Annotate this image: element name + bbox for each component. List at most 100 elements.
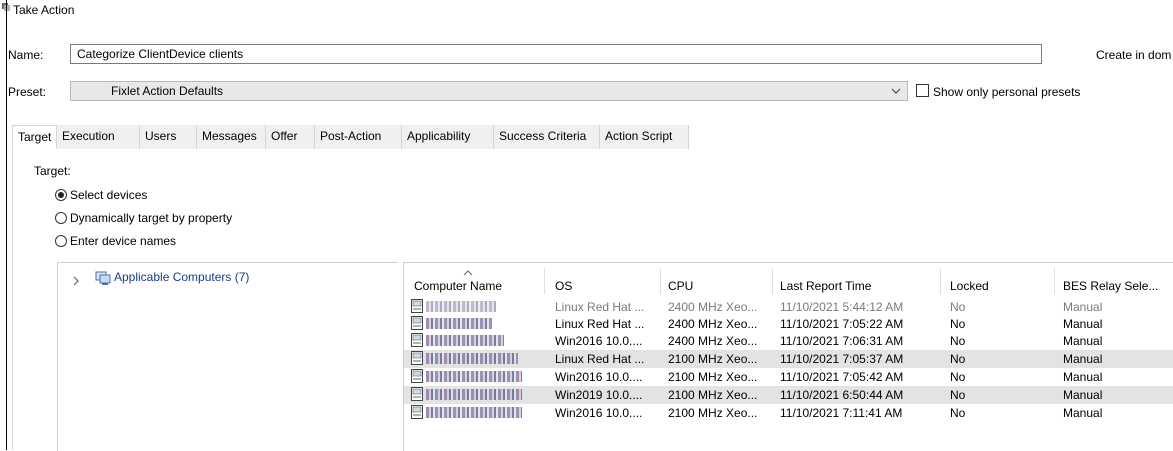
tab-messages-label: Messages [202,129,257,143]
name-label: Name: [8,48,44,62]
cell-time: 11/10/2021 7:05:42 AM [780,370,904,384]
show-personal-presets-checkbox[interactable] [916,84,929,97]
tab-target[interactable]: Target [12,125,57,149]
cell-locked: No [950,352,966,366]
enter-device-names-radio[interactable] [55,235,67,247]
chevron-right-icon[interactable] [72,276,80,286]
cell-relay: Manual [1063,370,1103,384]
cell-cpu: 2100 MHz Xeo... [668,352,758,366]
table-row[interactable]: Win2016 10.0.... 2400 MHz Xeo... 11/10/202… [404,332,1173,350]
table-row[interactable]: Linux Red Hat ... 2100 MHz Xeo... 11/10/20… [404,350,1173,368]
cell-locked: No [950,388,966,402]
preset-select[interactable]: Fixlet Action Defaults [70,81,908,101]
cell-os: Linux Red Hat ... [555,317,645,331]
column-header-os[interactable]: OS [555,279,572,293]
cell-os: Win2019 10.0.... [555,388,643,402]
cell-os: Win2016 10.0.... [555,334,643,348]
create-in-domain-label: Create in dom [1096,48,1172,62]
tab-post-action[interactable]: Post-Action [315,125,402,149]
cell-relay: Manual [1063,334,1103,348]
cell-os: Win2016 10.0.... [555,370,643,384]
select-devices-label: Select devices [70,188,148,202]
show-personal-presets-label: Show only personal presets [933,85,1081,99]
tab-applicability-label: Applicability [407,129,471,143]
name-input-value: Categorize ClientDevice clients [77,47,244,61]
cell-cpu: 2100 MHz Xeo... [668,406,758,420]
tab-strip: Target Execution Users Messages Offer Po… [12,125,1173,150]
table-row[interactable]: Linux Red Hat ... 2400 MHz Xeo... 11/10/20… [404,315,1173,333]
tab-offer[interactable]: Offer [266,125,315,149]
computer-name-redacted [426,335,504,346]
computer-name-redacted [426,353,518,364]
cell-relay: Manual [1063,317,1103,331]
tab-users[interactable]: Users [140,125,197,149]
cell-time: 11/10/2021 7:05:22 AM [780,317,904,331]
computer-icon [411,405,423,419]
column-divider[interactable] [940,268,941,294]
column-divider[interactable] [1054,268,1055,294]
tab-success-criteria[interactable]: Success Criteria [494,125,600,149]
target-heading: Target: [34,164,71,178]
dynamic-target-radio[interactable] [55,212,67,224]
select-devices-radio[interactable] [55,189,67,201]
radio-selected-dot [58,192,64,198]
cell-locked: No [950,370,966,384]
computer-icon [411,351,423,365]
name-input[interactable]: Categorize ClientDevice clients [70,44,1042,64]
table-row[interactable]: Win2016 10.0.... 2100 MHz Xeo... 11/10/202… [404,404,1173,422]
cell-time: 11/10/2021 7:11:41 AM [780,406,903,420]
cell-cpu: 2400 MHz Xeo... [668,300,758,314]
cell-os: Linux Red Hat ... [555,300,645,314]
cell-time: 11/10/2021 5:44:12 AM [780,300,904,314]
tab-post-action-label: Post-Action [320,129,382,143]
cell-locked: No [950,300,966,314]
tab-action-script[interactable]: Action Script [600,125,689,149]
computer-icon [411,299,423,313]
computer-icon [411,387,423,401]
computer-icon [411,369,423,383]
column-header-cpu[interactable]: CPU [668,279,693,293]
cell-relay: Manual [1063,352,1103,366]
cell-time: 11/10/2021 7:05:37 AM [780,352,904,366]
tab-execution[interactable]: Execution [57,125,140,149]
computer-group-icon [95,271,111,285]
cell-locked: No [950,406,966,420]
enter-device-names-label: Enter device names [70,234,177,248]
cell-cpu: 2100 MHz Xeo... [668,388,758,402]
column-divider[interactable] [544,268,545,294]
column-header-locked[interactable]: Locked [950,279,989,293]
computer-name-redacted [426,389,522,400]
column-header-last-report-time[interactable]: Last Report Time [780,279,871,293]
tab-users-label: Users [145,129,177,143]
column-divider[interactable] [660,268,661,294]
chevron-down-icon [891,88,901,94]
computer-name-redacted [426,371,522,382]
cell-cpu: 2100 MHz Xeo... [668,370,758,384]
cell-relay: Manual [1063,406,1103,420]
cell-relay: Manual [1063,300,1103,314]
tab-action-script-label: Action Script [605,129,673,143]
cell-time: 11/10/2021 7:06:31 AM [780,334,904,348]
cell-os: Win2016 10.0.... [555,406,643,420]
cell-locked: No [950,317,966,331]
tab-target-label: Target [18,130,52,144]
cell-time: 11/10/2021 6:50:44 AM [780,388,904,402]
column-divider[interactable] [772,268,773,294]
computer-tree [57,262,398,451]
computer-icon [411,316,423,330]
computer-name-redacted [426,301,496,312]
cell-relay: Manual [1063,388,1103,402]
applicable-computers-node[interactable]: Applicable Computers (7) [114,270,249,284]
column-header-computer-name[interactable]: Computer Name [414,279,502,293]
tab-execution-label: Execution [62,129,115,143]
table-row[interactable]: Win2019 10.0.... 2100 MHz Xeo... 11/10/202… [404,386,1173,404]
cell-cpu: 2400 MHz Xeo... [668,334,758,348]
table-row[interactable]: Win2016 10.0.... 2100 MHz Xeo... 11/10/202… [404,368,1173,386]
tab-messages[interactable]: Messages [197,125,266,149]
table-row[interactable]: Linux Red Hat ... 2400 MHz Xeo... 11/10/20… [404,298,1173,316]
cell-os: Linux Red Hat ... [555,352,645,366]
computer-icon [411,333,423,347]
column-header-bes-relay[interactable]: BES Relay Sele... [1063,279,1158,293]
preset-label: Preset: [8,85,47,99]
tab-applicability[interactable]: Applicability [402,125,494,149]
